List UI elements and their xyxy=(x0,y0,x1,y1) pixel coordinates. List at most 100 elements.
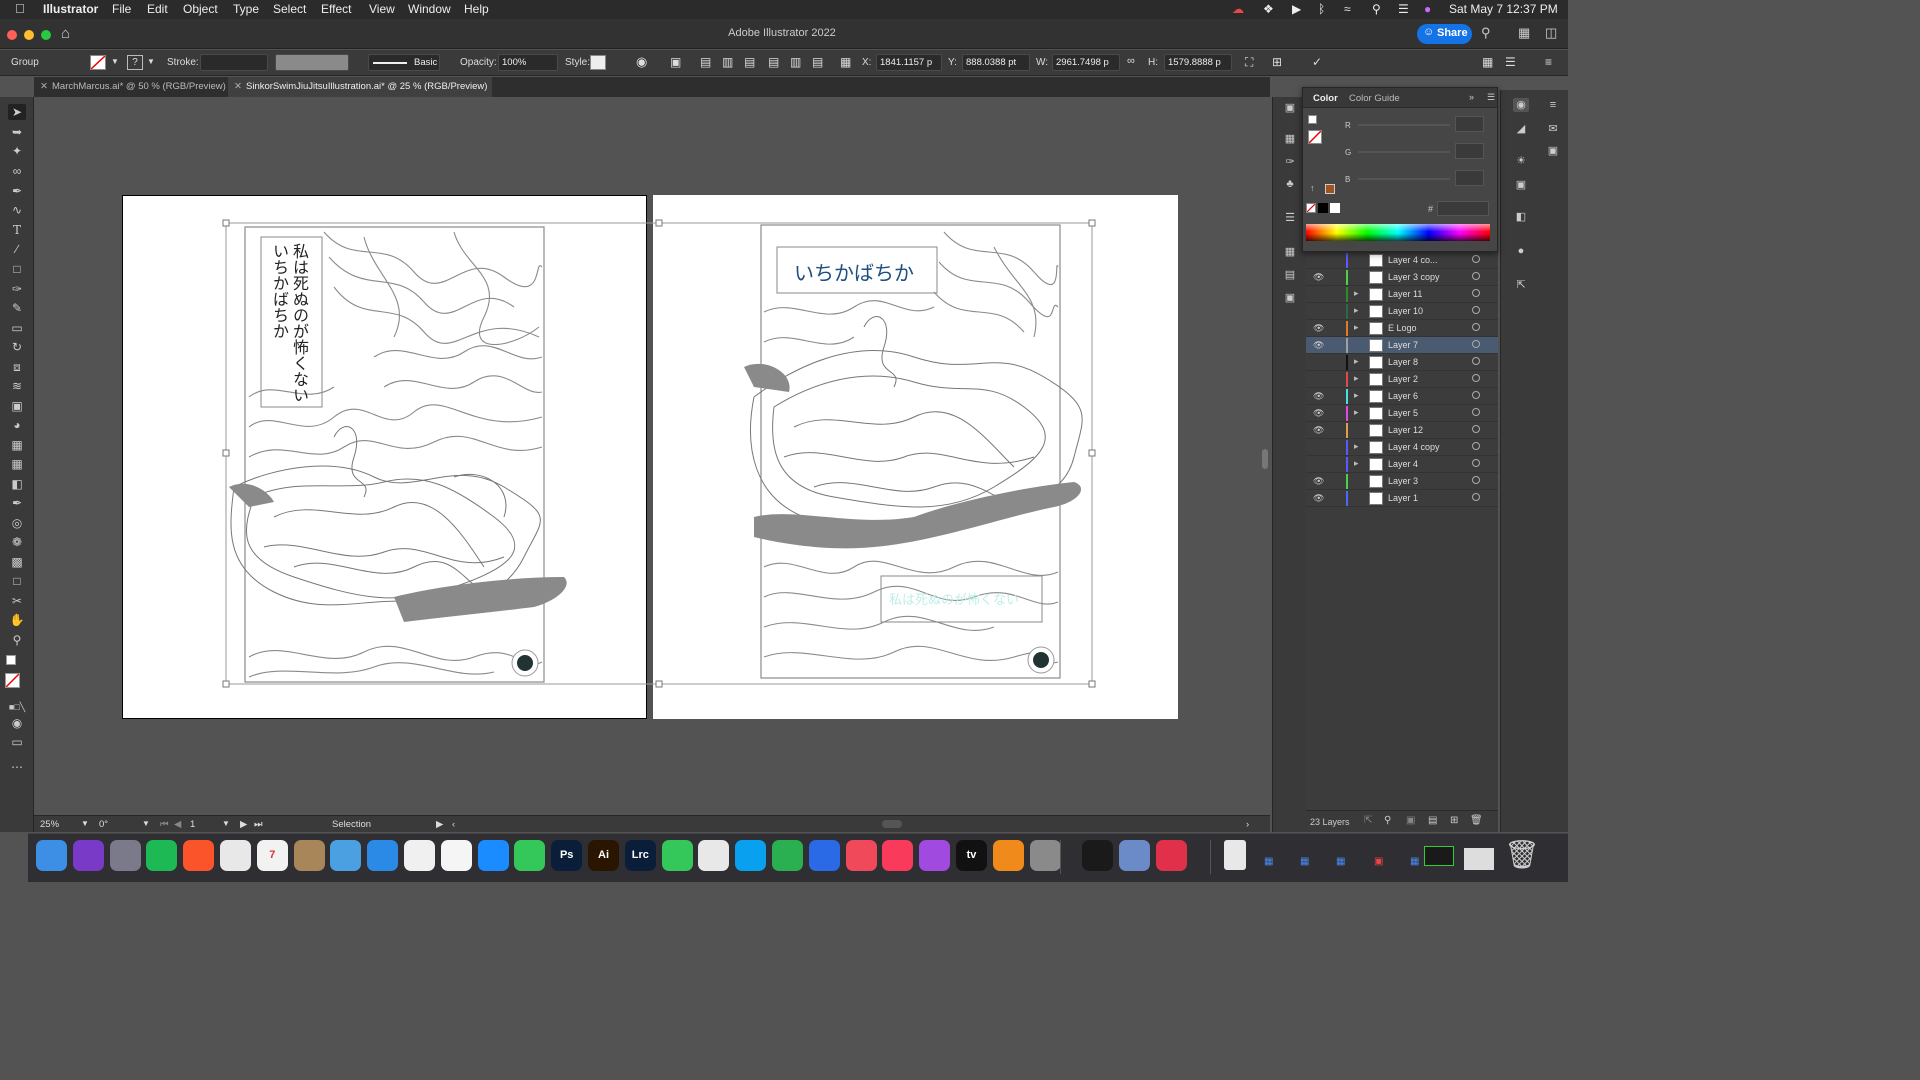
color-guide-panel-icon[interactable]: ◢ xyxy=(1513,122,1529,136)
menu-file[interactable]: File xyxy=(112,2,131,16)
dock-app-numbers[interactable] xyxy=(772,840,803,871)
dock-app-creative-cloud[interactable] xyxy=(1156,840,1187,871)
learn-panel-icon[interactable]: ▣ xyxy=(1545,144,1561,158)
layer-target-icon[interactable] xyxy=(1472,323,1480,331)
artboard-dropdown-chevron-icon[interactable]: ▼ xyxy=(222,819,230,828)
dock-app-script-editor[interactable] xyxy=(698,840,730,871)
dock-app-app-store[interactable] xyxy=(477,840,509,871)
rotation-field[interactable]: 0° xyxy=(99,819,108,830)
dock-app-calendar[interactable]: 7 xyxy=(256,840,288,871)
expand-layer-chevron-icon[interactable]: ▸ xyxy=(1354,390,1359,401)
arrange-icon[interactable]: ▦ xyxy=(1482,55,1493,69)
layer-target-icon[interactable] xyxy=(1472,459,1480,467)
eraser-tool-icon[interactable]: ▭ xyxy=(8,320,26,336)
isolate-group-icon[interactable]: ⊞ xyxy=(1272,55,1282,69)
constrain-proportions-link-icon[interactable]: ∞ xyxy=(1127,55,1135,67)
layer-target-icon[interactable] xyxy=(1472,442,1480,450)
selection-tool-icon[interactable]: ➤ xyxy=(8,104,26,120)
layer-row[interactable]: ▸ Layer 4 xyxy=(1306,456,1498,473)
mesh-tool-icon[interactable]: ▦ xyxy=(8,456,26,472)
dock-app-books[interactable] xyxy=(992,840,1024,871)
vertical-scrollbar-thumb[interactable] xyxy=(1262,449,1268,469)
menu-view[interactable]: View xyxy=(369,2,395,16)
height-field[interactable]: 1579.8888 p xyxy=(1164,54,1232,71)
out-of-gamut-warning-icon[interactable]: ↑ xyxy=(1310,183,1315,193)
shape-builder-tool-icon[interactable]: ◕ xyxy=(8,417,26,433)
line-segment-tool-icon[interactable]: ∕ xyxy=(8,241,26,257)
transparency-panel-icon[interactable]: ● xyxy=(1513,244,1529,258)
export-panel-icon[interactable]: ⇱ xyxy=(1513,278,1529,292)
dock-app-tv[interactable]: tv xyxy=(956,840,987,871)
layer-row[interactable]: 👁 Layer 12 xyxy=(1306,422,1498,439)
dock-app-system-preferences[interactable] xyxy=(1029,840,1061,871)
dock-app-chrome[interactable] xyxy=(220,840,251,871)
g-value-field[interactable] xyxy=(1455,143,1484,159)
g-slider-track[interactable] xyxy=(1358,151,1450,153)
menu-edit[interactable]: Edit xyxy=(147,2,168,16)
left-vertical-text-2[interactable]: いちかばちか xyxy=(268,243,290,403)
workspace-switcher-icon[interactable]: ◫ xyxy=(1545,25,1557,41)
dock-app-lightroom-classic[interactable]: Lrc xyxy=(624,840,656,871)
layer-name[interactable]: Layer 4 copy xyxy=(1388,442,1440,452)
home-icon[interactable]: ⌂ xyxy=(61,25,70,42)
layer-row[interactable]: ▸ Layer 8 xyxy=(1306,354,1498,371)
shaper-tool-icon[interactable]: ✎ xyxy=(8,300,26,316)
properties-panel-icon[interactable]: ▣ xyxy=(1282,101,1298,115)
brush-definition-dropdown[interactable]: Basic xyxy=(368,54,440,71)
last-artboard-icon[interactable]: ⏭ xyxy=(254,819,263,830)
dock-app-maps[interactable] xyxy=(330,840,362,871)
fill-color-box[interactable] xyxy=(5,673,20,688)
b-value-field[interactable] xyxy=(1455,170,1484,186)
color-panel-icon[interactable]: ◉ xyxy=(1513,98,1529,112)
artboards-panel-icon[interactable]: ▦ xyxy=(1282,245,1298,259)
artboard-tool-icon[interactable]: □ xyxy=(8,573,26,589)
create-new-layer-icon[interactable]: ⊞ xyxy=(1450,815,1458,826)
zoom-level-field[interactable]: 25% xyxy=(40,819,59,830)
zoom-window-button[interactable] xyxy=(41,30,51,40)
close-tab-icon[interactable]: ✕ xyxy=(40,81,48,92)
properties-sliders-icon[interactable]: ≡ xyxy=(1545,98,1561,112)
horizontal-scrollbar-thumb[interactable] xyxy=(882,820,902,828)
dock-folder-icon[interactable]: ▦ xyxy=(1336,856,1345,867)
black-swatch[interactable] xyxy=(1318,203,1328,213)
align-top-icon[interactable]: ▤ xyxy=(768,55,779,69)
dock-app-messages[interactable] xyxy=(514,840,546,871)
eye-visibility-icon[interactable]: 👁 xyxy=(1313,408,1324,419)
dock-app-reminders[interactable] xyxy=(440,840,472,871)
search-icon[interactable]: ⚲ xyxy=(1481,25,1491,41)
dock-app-news[interactable] xyxy=(845,840,877,871)
layer-target-icon[interactable] xyxy=(1472,476,1480,484)
scroll-right-icon[interactable]: › xyxy=(1246,819,1249,830)
selection-handles[interactable] xyxy=(222,219,1096,688)
x-position-field[interactable]: 1841.1157 p xyxy=(876,54,942,71)
expand-layer-chevron-icon[interactable]: ▸ xyxy=(1354,322,1359,333)
next-artboard-icon[interactable]: ▶ xyxy=(240,819,247,830)
direct-selection-tool-icon[interactable]: ➥ xyxy=(8,124,26,140)
opacity-field[interactable]: 100% xyxy=(498,54,558,71)
blend-tool-icon[interactable]: ◎ xyxy=(8,515,26,531)
dropbox-icon[interactable]: ❖ xyxy=(1263,2,1274,16)
close-window-button[interactable] xyxy=(7,30,17,40)
paintbrush-tool-icon[interactable]: ✑ xyxy=(8,281,26,297)
b-slider-track[interactable] xyxy=(1358,178,1450,180)
dock-app-safari[interactable] xyxy=(367,840,399,871)
layer-name[interactable]: Layer 5 xyxy=(1388,408,1418,418)
color-spectrum-bar[interactable] xyxy=(1306,224,1490,241)
downloads-stack[interactable] xyxy=(1224,840,1246,870)
r-value-field[interactable] xyxy=(1455,116,1484,132)
locate-object-icon[interactable]: ⚲ xyxy=(1384,815,1391,826)
right-title-text[interactable]: いちかばちか xyxy=(794,257,914,286)
magic-wand-tool-icon[interactable]: ✦ xyxy=(8,143,26,159)
screen-mode-icon[interactable]: ▭ xyxy=(8,734,26,750)
align-panel-icon[interactable]: ▤ xyxy=(1282,268,1298,282)
arrange-documents-icon[interactable]: ▦ xyxy=(1518,25,1530,41)
align-left-icon[interactable]: ▤ xyxy=(700,55,711,69)
apple-icon[interactable]:  xyxy=(15,1,25,16)
layer-name[interactable]: Layer 10 xyxy=(1388,306,1423,316)
dock-folder-icon[interactable]: ▦ xyxy=(1300,856,1309,867)
layer-row[interactable]: 👁 ▸ Layer 5 xyxy=(1306,405,1498,422)
layer-name[interactable]: Layer 3 xyxy=(1388,476,1418,486)
recolor-artwork-icon[interactable]: ◉ xyxy=(636,54,647,70)
dock-app-illustrator[interactable]: Ai xyxy=(588,840,619,871)
perspective-grid-tool-icon[interactable]: ▦ xyxy=(8,437,26,453)
